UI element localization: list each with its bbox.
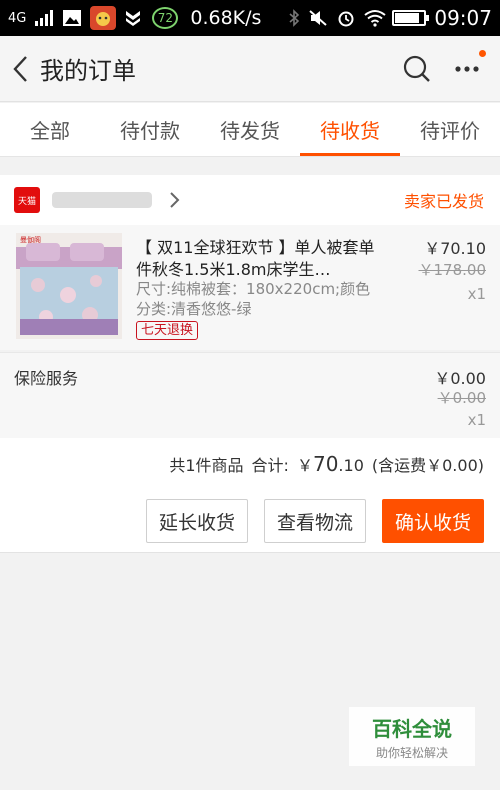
insurance-label: 保险服务 xyxy=(14,369,79,388)
watermark: 百科全说 助你轻松解决 xyxy=(349,707,475,766)
insurance-price: ￥0.00 xyxy=(434,369,486,388)
search-icon xyxy=(403,55,430,82)
battery-icon xyxy=(392,10,430,26)
total-label: 合计: xyxy=(251,456,289,475)
clock: 09:07 xyxy=(434,6,492,30)
product-title: 【 双11全球狂欢节 】单人被套单件秋冬1.5米1.8m床学生… xyxy=(136,237,386,281)
watermark-title: 百科全说 xyxy=(372,716,452,741)
shop-row[interactable]: 天猫 卖家已发货 xyxy=(0,175,500,225)
return-policy-badge: 七天退换 xyxy=(136,321,199,340)
status-left: 4G 72 0.68K/s xyxy=(8,6,261,30)
alarm-icon xyxy=(336,9,356,27)
notification-dot xyxy=(479,49,486,57)
item-count: 共1件商品 xyxy=(169,456,244,475)
product-sku-size: 尺寸:纯棉被套：180x220cm;颜色 xyxy=(136,280,371,298)
total-amount: ￥70.10 xyxy=(297,452,364,476)
more-icon xyxy=(455,65,479,72)
tab-pending-review[interactable]: 待评价 xyxy=(400,103,500,156)
product-price: ￥70.10 xyxy=(424,239,486,258)
bluetooth-icon xyxy=(288,9,300,27)
battery-percent-badge: 72 xyxy=(152,7,179,29)
chevron-right-icon xyxy=(170,192,180,208)
shipping-fee: (含运费￥0.00) xyxy=(371,456,484,475)
order-tabs: 全部 待付款 待发货 待收货 待评价 xyxy=(0,103,500,157)
product-quantity: x1 xyxy=(467,285,486,303)
search-button[interactable] xyxy=(400,52,434,86)
order-status: 卖家已发货 xyxy=(403,192,484,211)
header-actions xyxy=(400,49,486,86)
total-integer: 70 xyxy=(312,452,339,476)
product-sku-category: 分类:清香悠悠-绿 xyxy=(136,300,252,318)
confirm-receipt-button[interactable]: 确认收货 xyxy=(381,499,484,543)
product-title-promo: 【 双11全球狂欢节 】 xyxy=(136,238,295,257)
network-speed: 0.68K/s xyxy=(190,7,262,29)
page-title: 我的订单 xyxy=(40,57,136,85)
gallery-icon xyxy=(62,9,82,27)
product-image: 曼伽阁 xyxy=(16,233,122,339)
tab-pending-payment[interactable]: 待付款 xyxy=(100,103,200,156)
shop-name-blurred xyxy=(52,192,152,208)
tmall-icon: 天猫 xyxy=(14,187,40,213)
extend-receipt-button[interactable]: 延长收货 xyxy=(145,499,248,543)
more-button[interactable] xyxy=(452,49,486,84)
shield-icon xyxy=(124,9,144,27)
order-summary: 共1件商品 合计: ￥70.10 (含运费￥0.00) xyxy=(0,438,500,490)
product-original-price: ￥178.00 xyxy=(418,261,487,279)
back-button[interactable] xyxy=(4,49,38,89)
tab-pending-receipt[interactable]: 待收货 xyxy=(300,103,400,156)
view-logistics-button[interactable]: 查看物流 xyxy=(263,499,366,543)
status-right: 09:07 xyxy=(288,6,492,30)
signal-icon xyxy=(34,9,54,27)
status-bar: 4G 72 0.68K/s 09:07 xyxy=(0,0,500,36)
tab-all[interactable]: 全部 xyxy=(0,103,100,156)
mute-icon xyxy=(308,9,328,27)
app-cow-icon xyxy=(90,6,117,30)
network-indicator: 4G xyxy=(8,10,27,26)
app-header: 我的订单 xyxy=(0,36,500,102)
total-decimal: .10 xyxy=(338,456,364,475)
tab-pending-shipment[interactable]: 待发货 xyxy=(200,103,300,156)
product-item[interactable]: 曼伽阁 【 双11全球狂欢节 】单人被套单件秋冬1.5米1.8m床学生… 尺寸:… xyxy=(0,225,500,350)
insurance-quantity: x1 xyxy=(467,411,486,429)
chevron-left-icon xyxy=(13,55,27,82)
insurance-original-price: ￥0.00 xyxy=(437,389,486,407)
product-image-brand: 曼伽阁 xyxy=(20,235,41,244)
product-sku: 尺寸:纯棉被套：180x220cm;颜色 分类:清香悠悠-绿 xyxy=(136,279,386,319)
total-currency: ￥ xyxy=(296,456,313,475)
insurance-item[interactable]: 保险服务 ￥0.00 ￥0.00 x1 xyxy=(0,352,500,438)
wifi-icon xyxy=(364,9,386,27)
order-actions: 延长收货 查看物流 确认收货 xyxy=(0,490,500,553)
watermark-subtitle: 助你轻松解决 xyxy=(375,745,448,760)
